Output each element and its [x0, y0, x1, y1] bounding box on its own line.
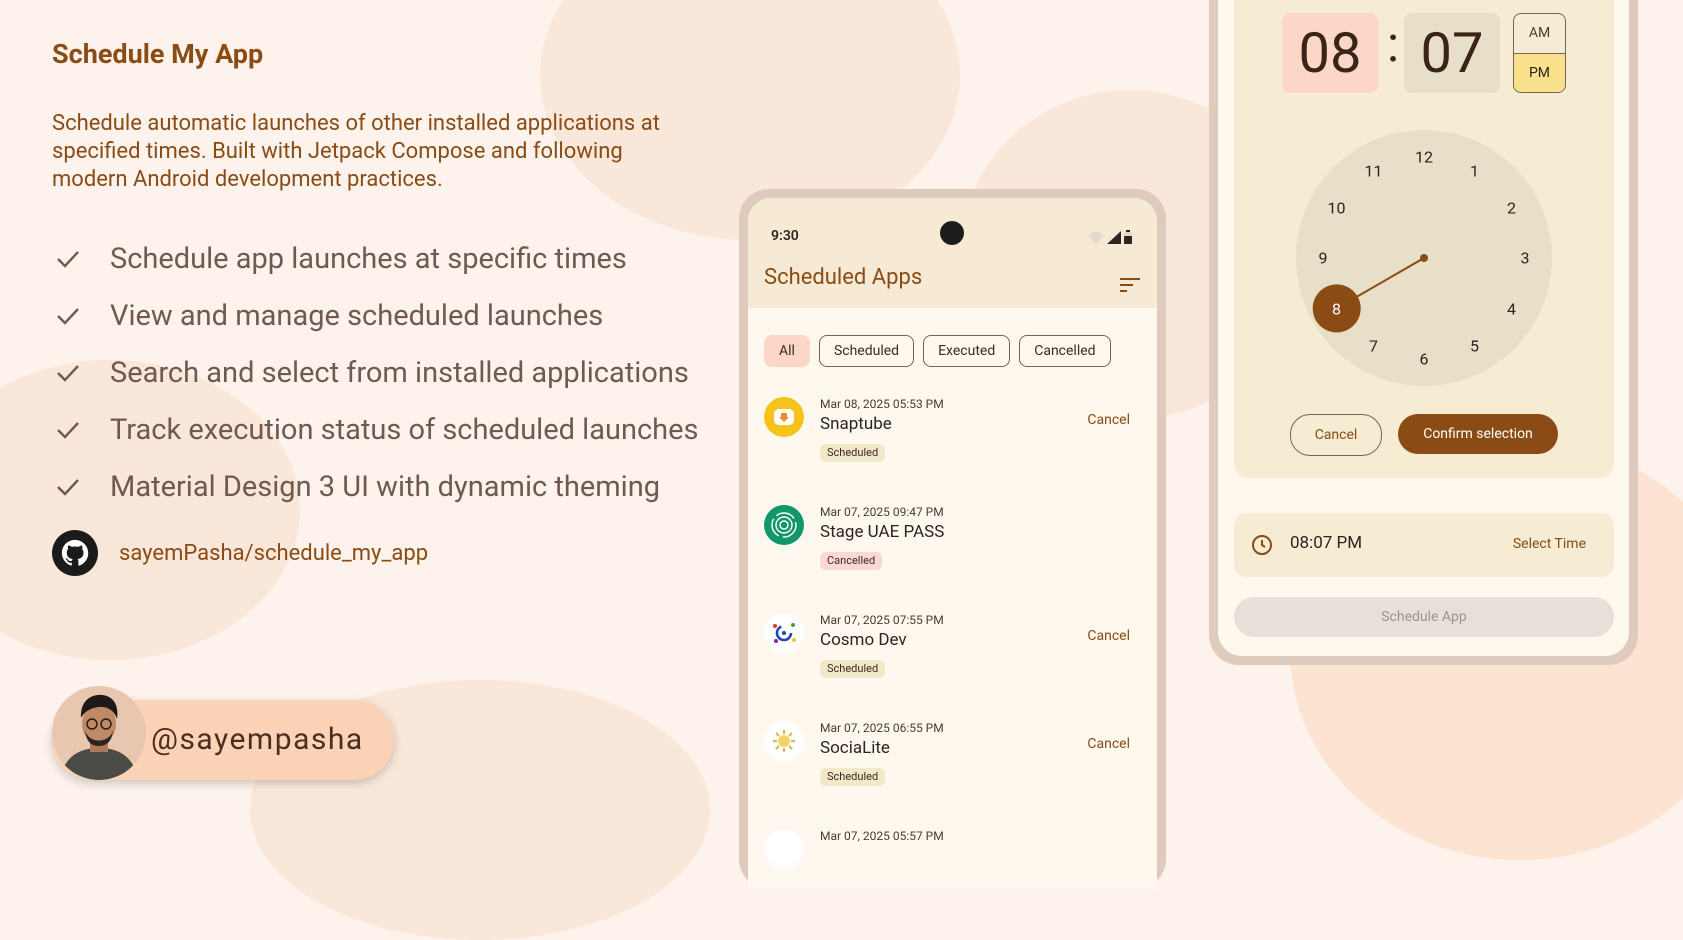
- schedule-date: Mar 07, 2025 09:47 PM: [820, 505, 944, 519]
- status-badge: Scheduled: [820, 768, 886, 786]
- cancel-button[interactable]: Cancel: [1087, 412, 1130, 428]
- select-time-button[interactable]: Select Time: [1513, 536, 1586, 552]
- feature-item: Track execution status of scheduled laun…: [52, 401, 698, 458]
- feature-text: Schedule app launches at specific times: [110, 241, 627, 276]
- filter-chip-all[interactable]: All: [764, 335, 810, 367]
- sort-icon[interactable]: [1120, 277, 1140, 296]
- list-item[interactable]: Mar 07, 2025 07:55 PM Cosmo Dev Schedule…: [748, 603, 1157, 711]
- feature-item: Schedule app launches at specific times: [52, 230, 698, 287]
- schedule-date: Mar 07, 2025 05:57 PM: [820, 829, 944, 843]
- screen-title: Scheduled Apps: [764, 265, 923, 290]
- filter-chip-scheduled[interactable]: Scheduled: [818, 335, 915, 367]
- avatar: [52, 686, 146, 780]
- camera-cutout: [940, 221, 964, 245]
- status-badge: Scheduled: [820, 660, 886, 678]
- time-picker-dialog: 08 : 07 AM PM 12 1 2 3 4 5 6 7 8 9 10 11…: [1234, 0, 1614, 478]
- selected-time-row: 08:07 PM Select Time: [1234, 513, 1614, 577]
- check-icon: [52, 420, 84, 440]
- hour-input[interactable]: 08: [1282, 13, 1378, 93]
- filter-chip-cancelled[interactable]: Cancelled: [1019, 335, 1111, 367]
- feature-item: Search and select from installed applica…: [52, 344, 698, 401]
- app-name: Cosmo Dev: [820, 630, 907, 650]
- wifi-icon: [1088, 229, 1104, 248]
- cosmo-dev-icon: [764, 613, 804, 653]
- selected-time-value: 08:07 PM: [1290, 533, 1363, 553]
- check-icon: [52, 477, 84, 497]
- author-handle-pill: @sayempasha: [52, 686, 394, 780]
- app-description: Schedule automatic launches of other ins…: [52, 111, 660, 192]
- dial-number[interactable]: 1: [1460, 161, 1490, 180]
- status-badge: Scheduled: [820, 444, 886, 462]
- github-link[interactable]: sayemPasha/schedule_my_app: [52, 530, 428, 576]
- feature-item: View and manage scheduled launches: [52, 287, 698, 344]
- author-handle: @sayempasha: [151, 722, 364, 757]
- dial-number[interactable]: 2: [1497, 198, 1527, 217]
- dial-number[interactable]: 6: [1409, 350, 1439, 369]
- dial-number[interactable]: 5: [1460, 336, 1490, 355]
- github-icon: [52, 530, 98, 576]
- clock-dial[interactable]: 12 1 2 3 4 5 6 7 8 9 10 11: [1296, 130, 1552, 386]
- status-time: 9:30: [771, 228, 799, 244]
- feature-text: Search and select from installed applica…: [110, 355, 689, 390]
- check-icon: [52, 306, 84, 326]
- list-item[interactable]: Mar 08, 2025 05:53 PM Snaptube Scheduled…: [748, 387, 1157, 495]
- schedule-app-button[interactable]: Schedule App: [1234, 597, 1614, 637]
- filter-chip-executed[interactable]: Executed: [923, 335, 1011, 367]
- battery-icon: [1124, 229, 1132, 248]
- cancel-button[interactable]: Cancel: [1087, 736, 1130, 752]
- dial-number[interactable]: 10: [1322, 198, 1352, 217]
- app-title: Schedule My App: [52, 38, 264, 70]
- feature-list: Schedule app launches at specific times …: [52, 230, 698, 515]
- dial-number[interactable]: 4: [1497, 299, 1527, 318]
- cancel-button[interactable]: Cancel: [1087, 628, 1130, 644]
- check-icon: [52, 249, 84, 269]
- signal-icon: [1107, 229, 1121, 248]
- cancel-button[interactable]: Cancel: [1290, 414, 1382, 456]
- scheduled-apps-screen: 9:30 Scheduled Apps All Scheduled Execut…: [748, 198, 1157, 889]
- snaptube-icon: [764, 397, 804, 437]
- dial-number[interactable]: 11: [1359, 161, 1389, 180]
- schedule-date: Mar 07, 2025 06:55 PM: [820, 721, 944, 735]
- check-icon: [52, 363, 84, 383]
- clock-icon: [1250, 533, 1274, 561]
- dial-number[interactable]: 7: [1359, 336, 1389, 355]
- feature-text: Material Design 3 UI with dynamic themin…: [110, 469, 660, 504]
- period-selector: AM PM: [1513, 13, 1566, 93]
- top-app-bar: 9:30 Scheduled Apps: [748, 198, 1157, 308]
- repo-name: sayemPasha/schedule_my_app: [119, 540, 429, 566]
- app-name: Stage UAE PASS: [820, 522, 945, 542]
- app-name: SociaLite: [820, 738, 890, 758]
- schedule-date: Mar 08, 2025 05:53 PM: [820, 397, 944, 411]
- feature-text: Track execution status of scheduled laun…: [110, 412, 699, 447]
- dial-number[interactable]: 3: [1510, 249, 1540, 268]
- time-separator: :: [1387, 16, 1400, 74]
- status-icons: [1088, 229, 1132, 248]
- dial-number[interactable]: 8: [1322, 299, 1352, 318]
- status-badge: Cancelled: [820, 552, 883, 570]
- app-name: Snaptube: [820, 414, 892, 434]
- am-toggle[interactable]: AM: [1514, 14, 1565, 53]
- pm-toggle[interactable]: PM: [1514, 53, 1565, 92]
- feature-item: Material Design 3 UI with dynamic themin…: [52, 458, 698, 515]
- list-item[interactable]: Mar 07, 2025 05:57 PM: [748, 819, 1157, 889]
- list-item[interactable]: Mar 07, 2025 06:55 PM SociaLite Schedule…: [748, 711, 1157, 819]
- schedule-date: Mar 07, 2025 07:55 PM: [820, 613, 944, 627]
- minute-input[interactable]: 07: [1404, 13, 1500, 93]
- dial-number[interactable]: 12: [1409, 148, 1439, 167]
- phone-frame-picker: 08 : 07 AM PM 12 1 2 3 4 5 6 7 8 9 10 11…: [1209, 0, 1638, 665]
- dial-number[interactable]: 9: [1308, 249, 1338, 268]
- uae-pass-icon: [764, 505, 804, 545]
- confirm-selection-button[interactable]: Confirm selection: [1398, 414, 1558, 454]
- feature-text: View and manage scheduled launches: [110, 298, 604, 333]
- app-icon: [764, 829, 804, 869]
- list-item[interactable]: Mar 07, 2025 09:47 PM Stage UAE PASS Can…: [748, 495, 1157, 603]
- socialite-icon: [764, 721, 804, 761]
- schedule-screen: 08 : 07 AM PM 12 1 2 3 4 5 6 7 8 9 10 11…: [1218, 0, 1629, 656]
- filter-chips: All Scheduled Executed Cancelled: [764, 335, 1111, 367]
- phone-frame-list: 9:30 Scheduled Apps All Scheduled Execut…: [739, 189, 1166, 889]
